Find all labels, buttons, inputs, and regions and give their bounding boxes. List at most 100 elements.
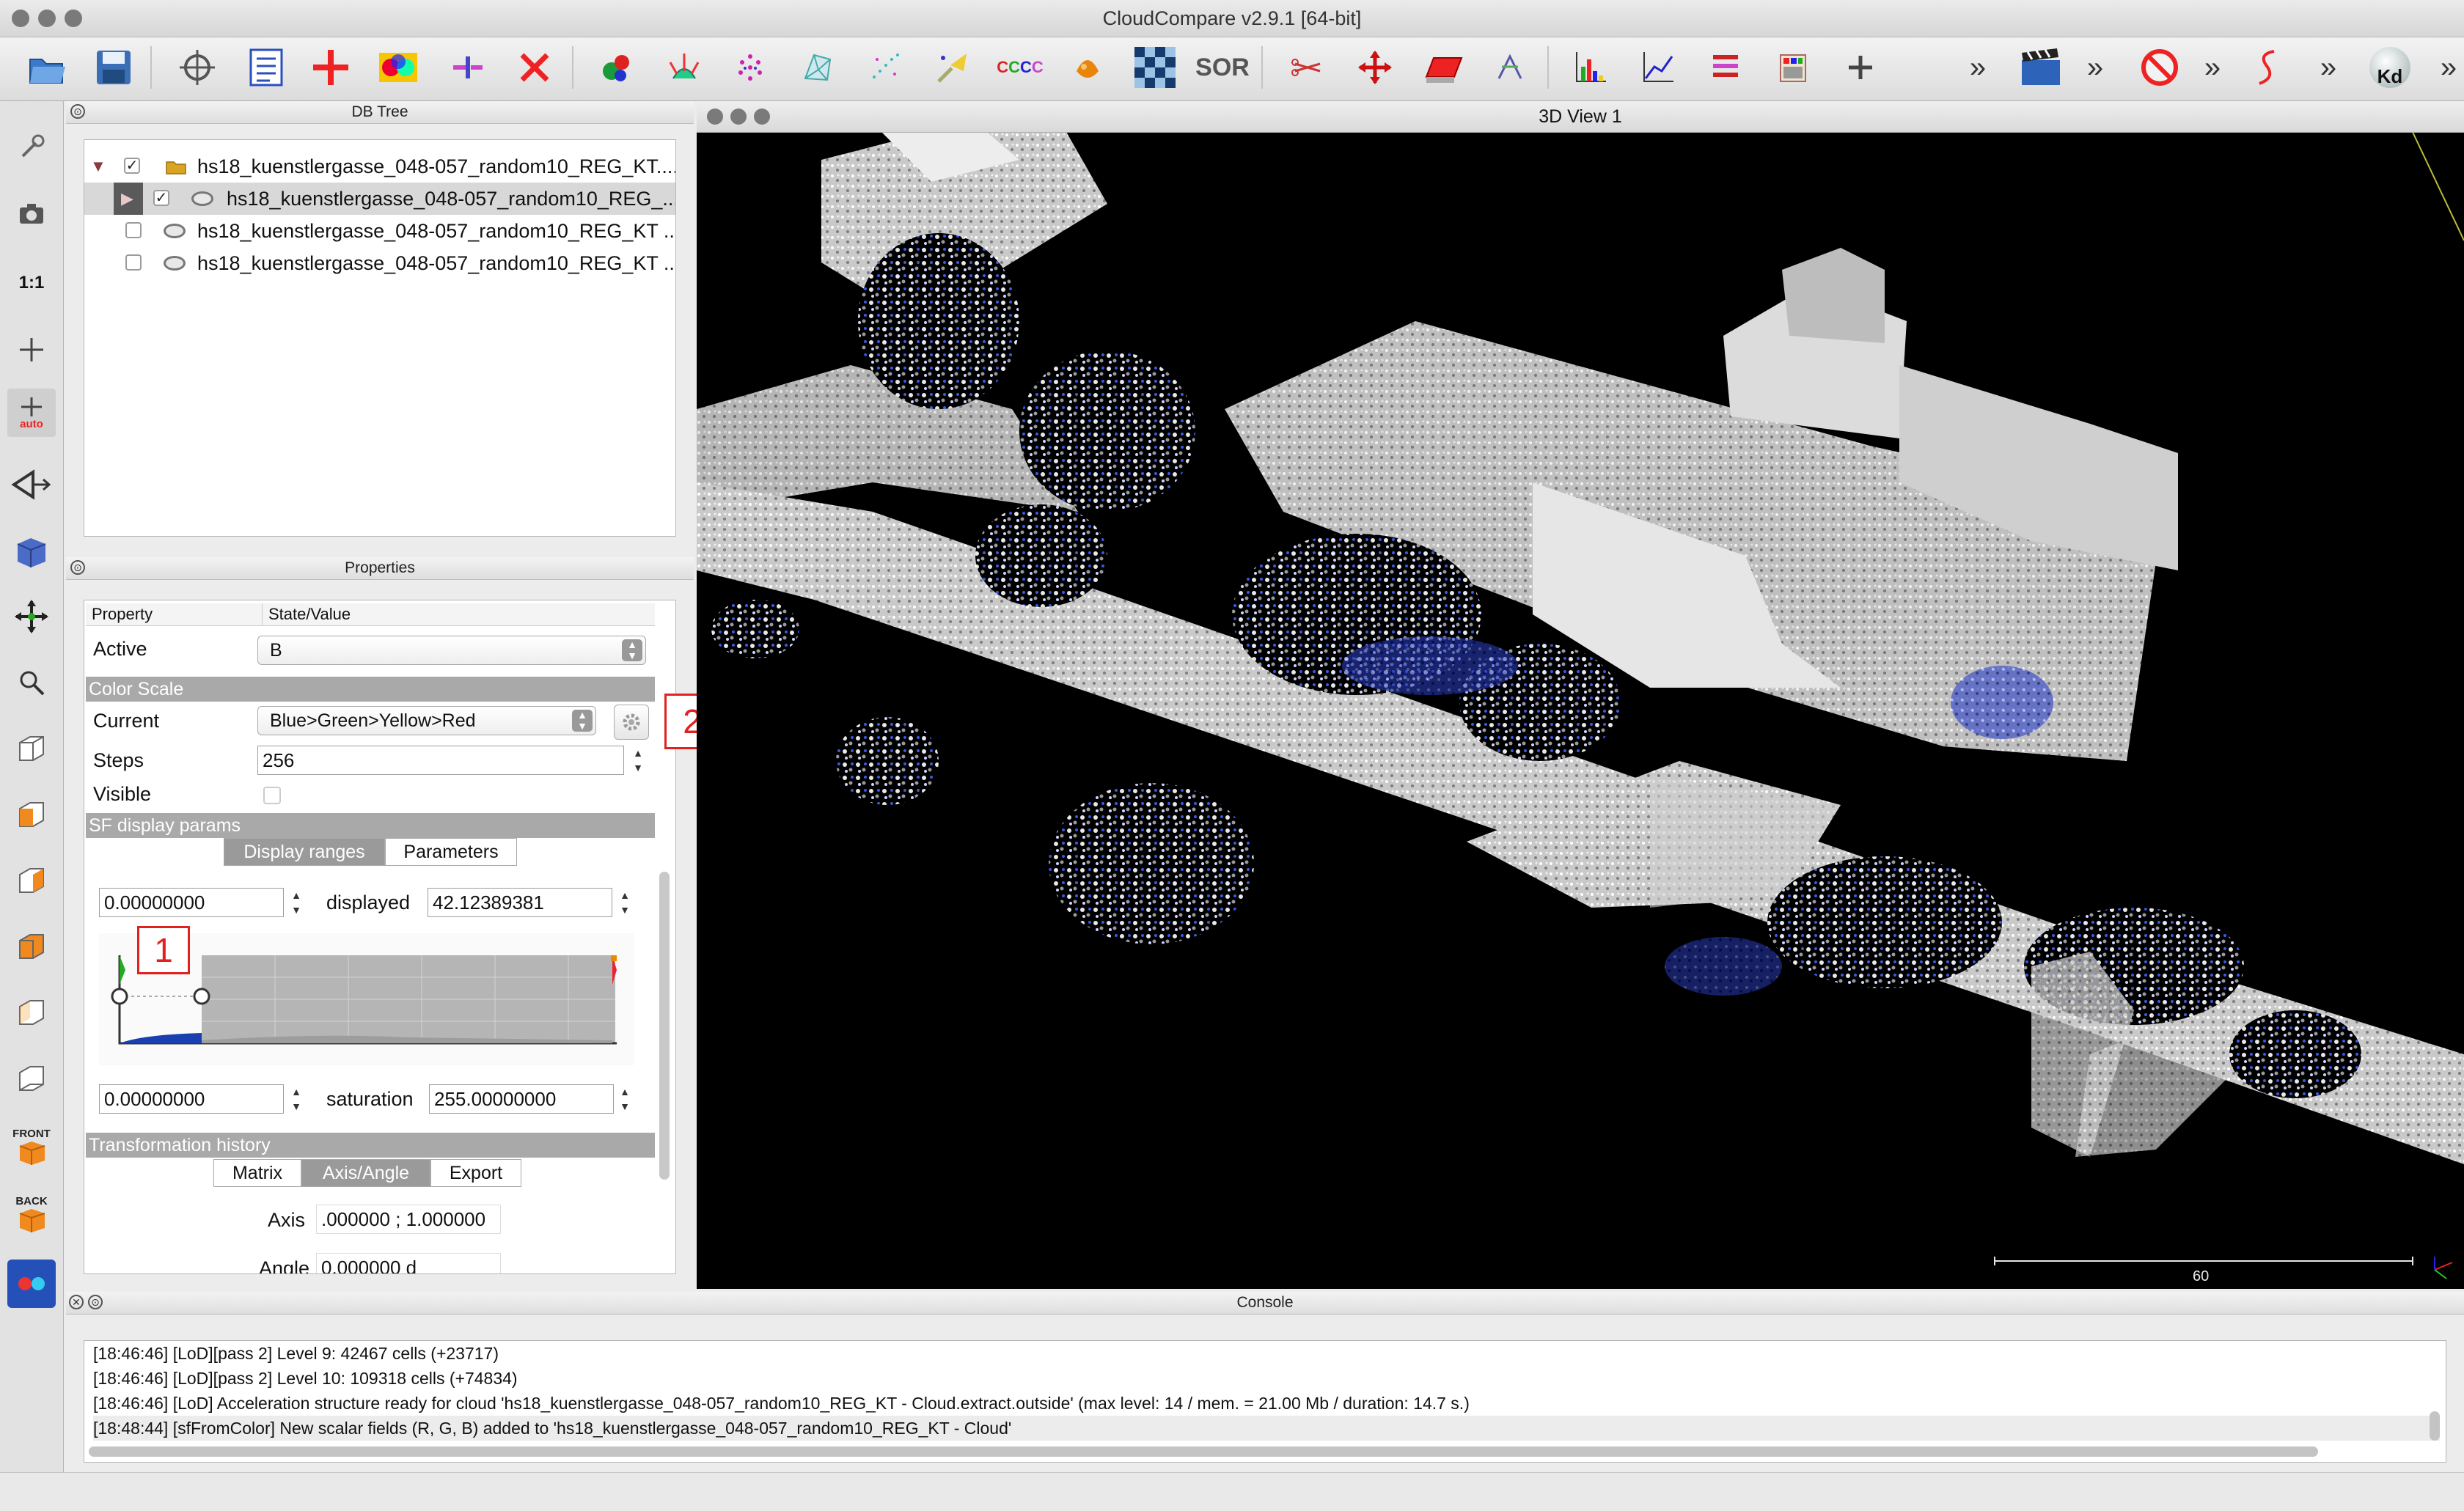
cube-view-icon[interactable] [7,526,56,575]
console-float-button[interactable]: ⊙ [88,1295,103,1309]
clean-icon[interactable] [928,43,977,92]
kd-icon[interactable]: Kd [2366,43,2414,92]
movie-icon[interactable] [2017,43,2065,92]
tab-matrix[interactable]: Matrix [213,1159,301,1187]
more-icon-4[interactable]: » [2304,43,2353,92]
properties-scrollbar[interactable] [659,872,670,1180]
add-point-icon[interactable] [307,43,355,92]
more-icon-3[interactable]: » [2188,43,2237,92]
color-scale-select[interactable]: Blue>Green>Yellow>Red ▲ ▼ [257,706,596,735]
displayed-min-spinner[interactable]: ▲ ▼ [288,888,304,917]
saturation-min-input[interactable]: 0.00000000 [99,1084,284,1114]
open-icon[interactable] [22,43,70,92]
stereo-icon[interactable] [7,1260,56,1308]
cc-label[interactable]: CCCC [996,43,1044,92]
3d-view-canvas[interactable]: 60 [697,101,2464,1289]
db-tree-float-button[interactable]: ⊙ [70,104,85,119]
wrench-icon[interactable] [7,123,56,172]
sf-display-params-header: SF display params [86,813,655,838]
stop-icon[interactable] [2135,43,2184,92]
color-icon[interactable] [1063,43,1112,92]
zoom-icon[interactable] [7,658,56,707]
collapse-triangle-icon[interactable]: ▶ [121,183,133,215]
bottom-view-icon[interactable] [7,1054,56,1103]
normals-icon[interactable] [660,43,708,92]
noise-icon[interactable] [861,43,909,92]
properties-float-button[interactable]: ⊙ [70,560,85,575]
split-icon[interactable] [443,43,491,92]
back-view-icon[interactable] [7,922,56,971]
saturation-max-input[interactable]: 255.00000000 [429,1084,614,1114]
view-minimize-button[interactable] [730,109,747,125]
ratio-label[interactable]: 1:1 [7,259,56,307]
left-view-icon[interactable] [7,856,56,905]
color-scale-editor-button[interactable] [614,705,649,740]
merge-colors-icon[interactable] [374,43,422,92]
histogram-icon[interactable] [1566,43,1615,92]
expand-triangle-icon[interactable]: ▼ [90,150,106,183]
curve-icon[interactable] [2244,43,2292,92]
delete-icon[interactable] [510,43,559,92]
filter-icon[interactable] [1769,43,1817,92]
tab-display-ranges[interactable]: Display ranges [224,838,385,866]
transformation-history-header: Transformation history [86,1133,655,1158]
checker-icon[interactable] [1131,43,1179,92]
back-label: BACK [15,1194,48,1207]
visible-checkbox[interactable] [263,787,281,804]
perspective-icon[interactable] [7,460,56,509]
angle-value: 0.000000 d [316,1253,501,1273]
active-sf-select[interactable]: B ▲ ▼ [257,636,646,665]
tree-item-checkbox[interactable] [125,254,142,271]
tab-axis-angle[interactable]: Axis/Angle [301,1159,430,1187]
steps-spinner[interactable]: ▲ ▼ [630,746,646,775]
registration-icon[interactable] [1486,43,1534,92]
console-close-icon[interactable]: ✕ [69,1295,84,1309]
saturation-max-spinner[interactable]: ▲ ▼ [617,1084,633,1114]
tree-item[interactable]: hs18_kuenstlergasse_048-057_random10_REG… [84,247,675,279]
more-icon[interactable]: » [1954,43,2002,92]
more-icon-2[interactable]: » [2071,43,2119,92]
camera-icon[interactable] [7,189,56,238]
tree-item[interactable]: hs18_kuenstlergasse_048-057_random10_REG… [84,215,675,247]
auto-pivot-button[interactable]: auto [7,389,56,437]
top-view-icon[interactable] [7,724,56,773]
window-title: CloudCompare v2.9.1 [64-bit] [1102,7,1362,29]
tab-parameters[interactable]: Parameters [385,838,517,866]
mesh-icon[interactable] [793,43,842,92]
pivot-icon[interactable] [7,326,56,374]
segment-icon[interactable] [593,43,641,92]
tab-export[interactable]: Export [430,1159,521,1187]
list-icon[interactable] [242,43,290,92]
add-icon[interactable] [1836,43,1885,92]
more-icon-5[interactable]: » [2424,43,2464,92]
translate-icon[interactable] [1351,43,1399,92]
tree-item-checkbox[interactable]: ✓ [124,158,140,174]
tree-item-checkbox[interactable]: ✓ [153,190,169,206]
plane-icon[interactable] [1418,43,1467,92]
steps-input[interactable]: 256 [257,746,624,775]
right-view-icon[interactable] [7,988,56,1037]
saturation-min-spinner[interactable]: ▲ ▼ [288,1084,304,1114]
tree-item[interactable]: ▼ ✓ hs18_kuenstlergasse_048-057_random10… [84,150,675,183]
scissors-icon[interactable] [1283,43,1332,92]
back-iso-button[interactable]: BACK [7,1189,56,1238]
save-icon[interactable] [89,43,138,92]
displayed-max-input[interactable]: 42.12389381 [428,888,612,917]
tree-item-checkbox[interactable] [125,222,142,238]
displayed-min-input[interactable]: 0.00000000 [99,888,284,917]
sample-icon[interactable] [726,43,774,92]
sor-label[interactable]: SOR [1195,43,1250,92]
displayed-max-spinner[interactable]: ▲ ▼ [617,888,633,917]
point-picking-icon[interactable] [173,43,221,92]
front-iso-button[interactable]: FRONT [7,1122,56,1170]
tree-item-selected[interactable]: ▶ ✓ hs18_kuenstlergasse_048-057_random10… [84,183,675,215]
move-icon[interactable] [7,592,56,641]
stats-icon[interactable] [1701,43,1750,92]
plot-icon[interactable] [1634,43,1682,92]
view-zoom-button[interactable] [754,109,770,125]
view-close-button[interactable] [707,109,723,125]
front-view-icon[interactable] [7,790,56,839]
console-vertical-scrollbar[interactable] [2430,1411,2440,1441]
console-horizontal-scrollbar[interactable] [89,1446,2318,1457]
db-tree-title: DB Tree [351,103,408,120]
